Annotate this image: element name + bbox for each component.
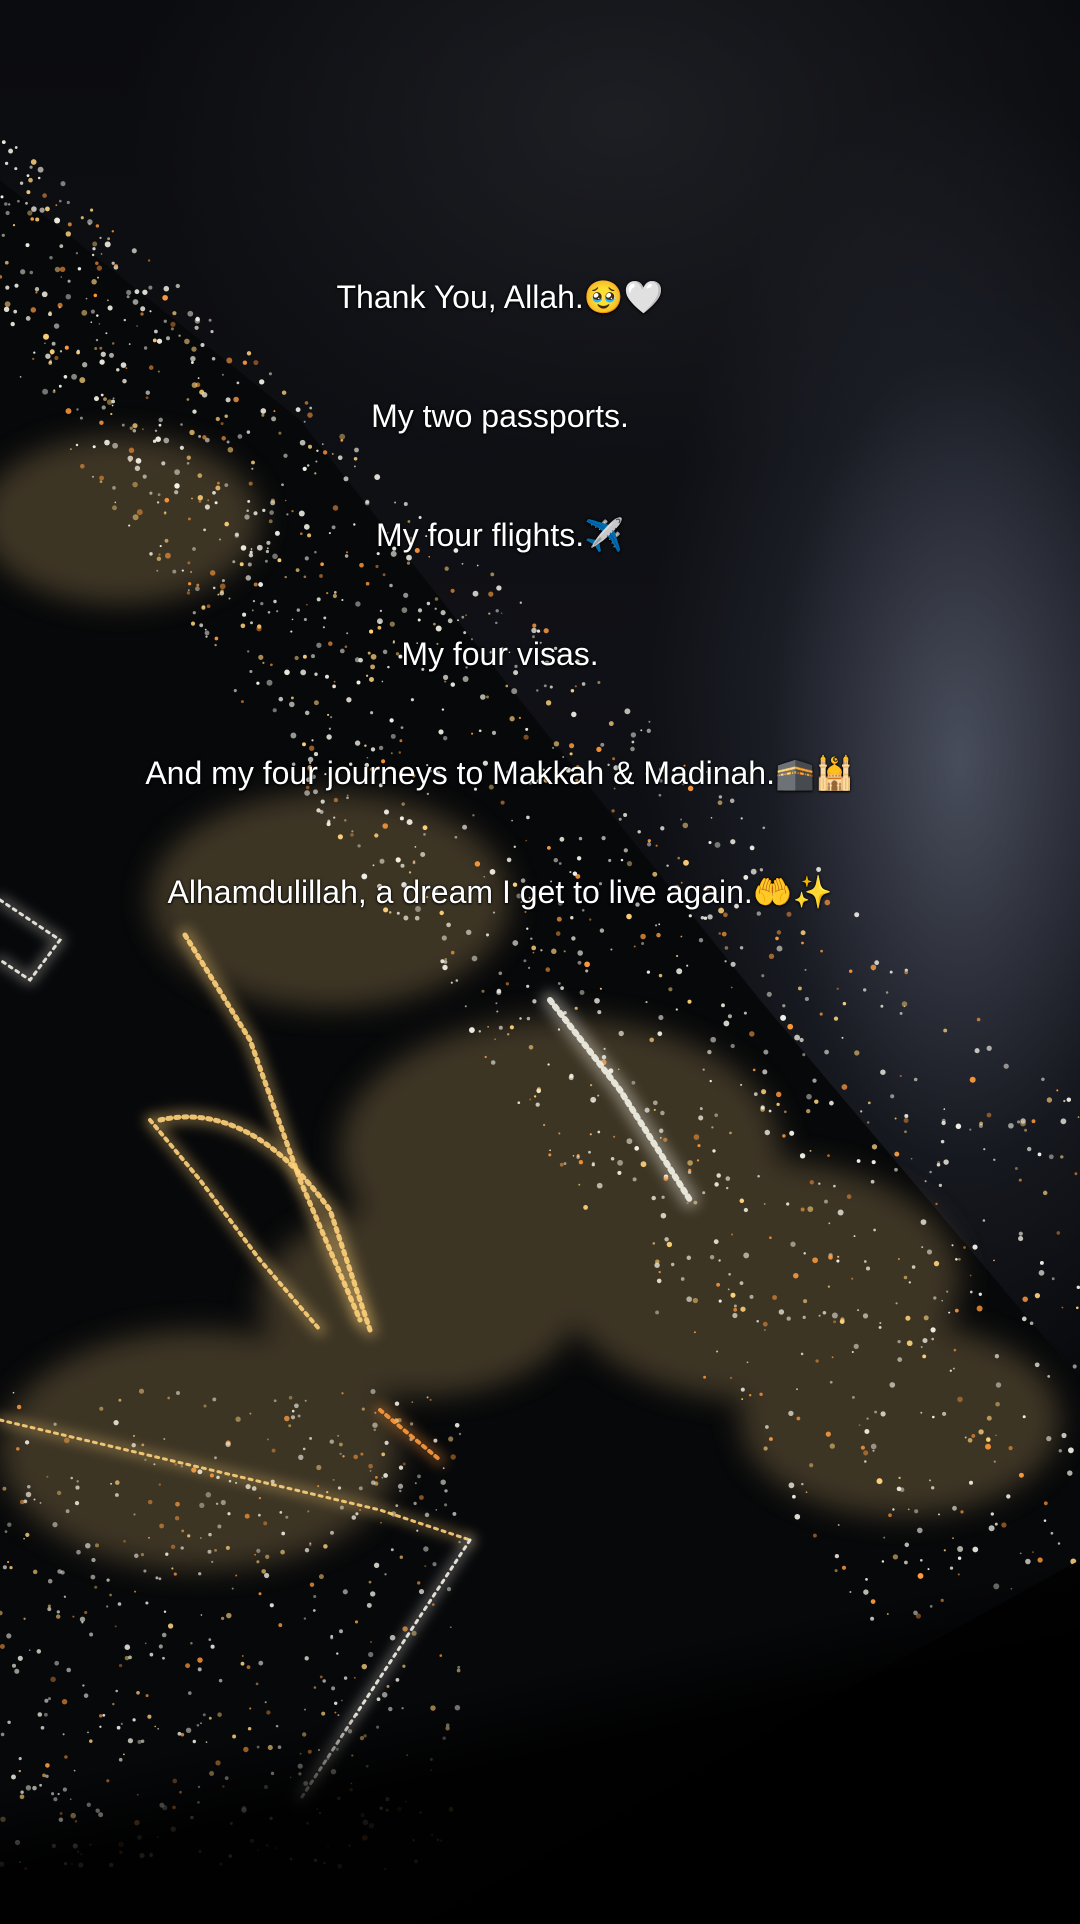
caption-text: Thank You, Allah.: [336, 279, 584, 315]
caption-line-journeys: And my four journeys to Makkah & Madinah…: [0, 753, 1000, 793]
caption-text: My four visas.: [401, 636, 599, 672]
praying-hands-sparkles-emoji-icon: 🤲✨: [752, 873, 833, 911]
story-frame: Thank You, Allah.🥹🤍 My two passports. My…: [0, 0, 1080, 1924]
pleading-heart-emoji-icon: 🥹🤍: [583, 278, 664, 316]
kaaba-mosque-emoji-icon: 🕋🕌: [774, 754, 855, 792]
caption-text: My two passports.: [371, 398, 629, 434]
caption-line-visas: My four visas.: [0, 634, 1000, 674]
caption-text: Alhamdulillah, a dream I get to live aga…: [167, 874, 753, 910]
caption-line-thanks: Thank You, Allah.🥹🤍: [0, 277, 1000, 317]
caption-text: And my four journeys to Makkah & Madinah…: [145, 755, 775, 791]
caption-line-passports: My two passports.: [0, 396, 1000, 436]
caption-line-flights: My four flights.✈️: [0, 515, 1000, 555]
airplane-emoji-icon: ✈️: [584, 516, 624, 554]
caption-line-alhamdulillah: Alhamdulillah, a dream I get to live aga…: [0, 872, 1000, 912]
story-caption: Thank You, Allah.🥹🤍 My two passports. My…: [0, 0, 1080, 1924]
caption-text: My four flights.: [376, 517, 585, 553]
